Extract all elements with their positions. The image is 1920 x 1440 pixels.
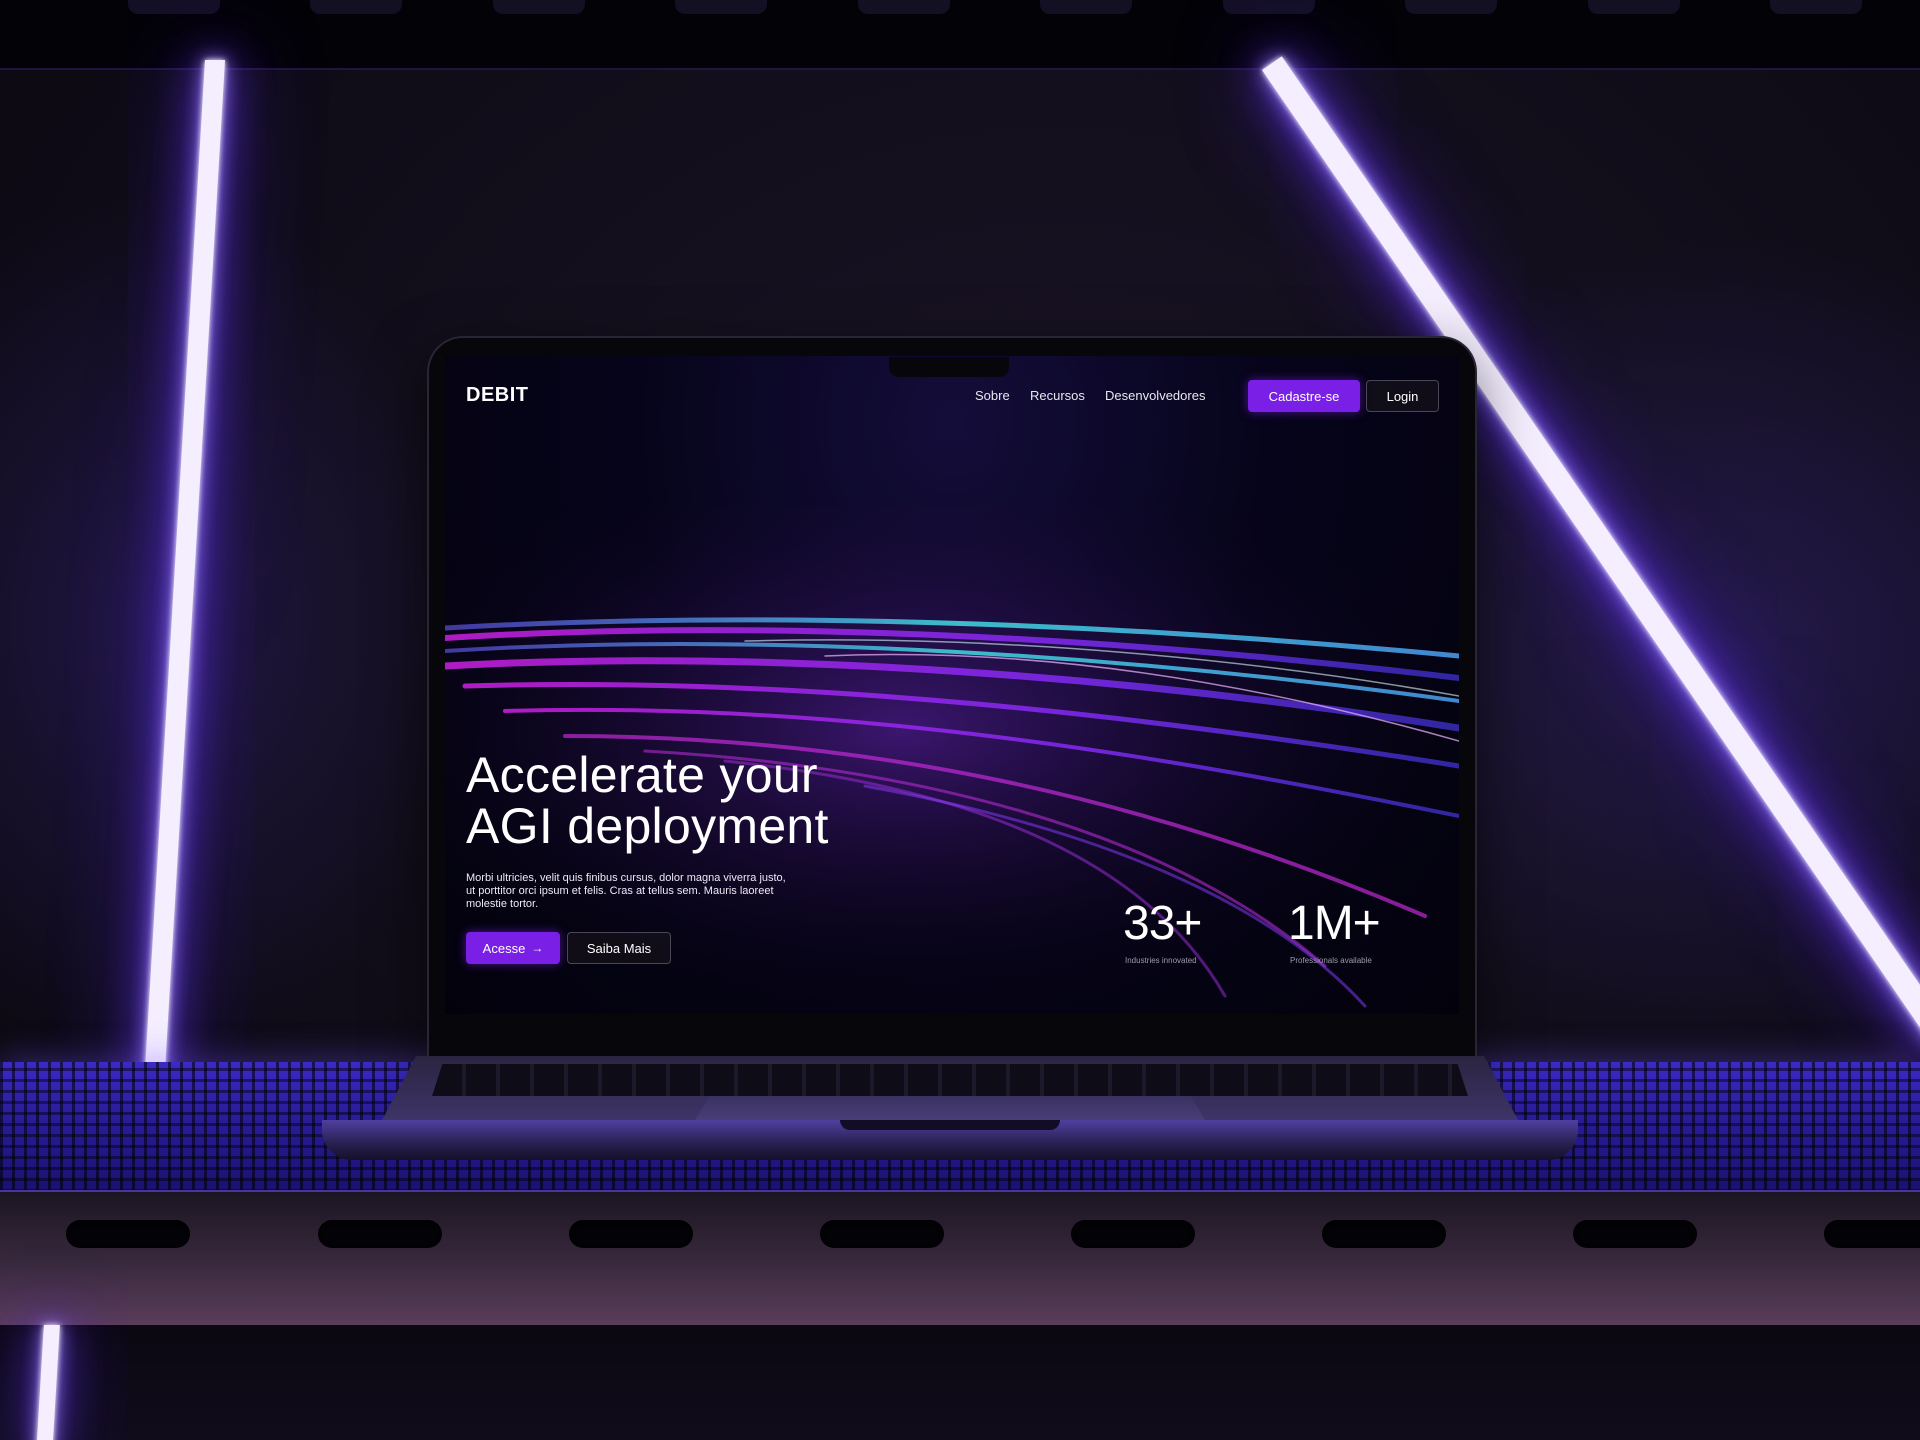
shelf-hole	[318, 1220, 442, 1248]
login-button[interactable]: Login	[1366, 380, 1439, 412]
hero-description: Morbi ultricies, velit quis finibus curs…	[466, 872, 786, 910]
rack-slot	[1588, 0, 1680, 14]
shelf-front-panel	[0, 1190, 1920, 1325]
nav-link-sobre[interactable]: Sobre	[975, 388, 1010, 403]
hero-title: Accelerate your AGI deployment	[466, 750, 946, 852]
scene-background: DEBIT Sobre Recursos Desenvolvedores Cad…	[0, 0, 1920, 1440]
laptop-base	[322, 1056, 1578, 1166]
rack-slot	[128, 0, 220, 14]
stat-industries-label: Industries innovated	[1125, 956, 1197, 965]
trackpad	[694, 1096, 1206, 1122]
rack-slot	[1040, 0, 1132, 14]
hero-title-line-1: Accelerate your	[466, 747, 818, 803]
stat-professionals-label: Professionals available	[1290, 956, 1372, 965]
shelf-hole	[1573, 1220, 1697, 1248]
rack-slot	[493, 0, 585, 14]
stat-industries-value: 33+	[1123, 897, 1202, 950]
nav-link-recursos[interactable]: Recursos	[1030, 388, 1085, 403]
camera-notch	[889, 357, 1009, 377]
arrow-right-icon: →	[531, 941, 544, 955]
shelf-hole	[1824, 1220, 1920, 1248]
rack-slot	[1405, 0, 1497, 14]
acesse-button[interactable]: Acesse →	[466, 932, 560, 964]
laptop-screen: DEBIT Sobre Recursos Desenvolvedores Cad…	[445, 356, 1459, 1014]
rack-slot	[1223, 0, 1315, 14]
shelf-hole	[1322, 1220, 1446, 1248]
saiba-mais-button[interactable]: Saiba Mais	[567, 932, 671, 964]
hero-title-line-2: AGI deployment	[466, 798, 829, 854]
nav-link-desenvolvedores[interactable]: Desenvolvedores	[1105, 388, 1205, 403]
acesse-button-label: Acesse	[482, 940, 526, 956]
signup-button[interactable]: Cadastre-se	[1248, 380, 1360, 412]
stat-professionals-value: 1M+	[1288, 897, 1381, 950]
left-glow	[0, 150, 500, 1100]
keyboard	[432, 1064, 1468, 1096]
site-logo[interactable]: DEBIT	[466, 384, 529, 407]
shelf-hole	[820, 1220, 944, 1248]
floor-shadow	[0, 1325, 1920, 1440]
rack-slot	[310, 0, 402, 14]
rack-top	[0, 0, 1920, 70]
rack-slot	[858, 0, 950, 14]
rack-slot	[675, 0, 767, 14]
shelf-hole	[66, 1220, 190, 1248]
shelf-hole	[569, 1220, 693, 1248]
shelf-hole	[1071, 1220, 1195, 1248]
laptop-lid-lip	[840, 1120, 1060, 1130]
rack-slot	[1770, 0, 1862, 14]
